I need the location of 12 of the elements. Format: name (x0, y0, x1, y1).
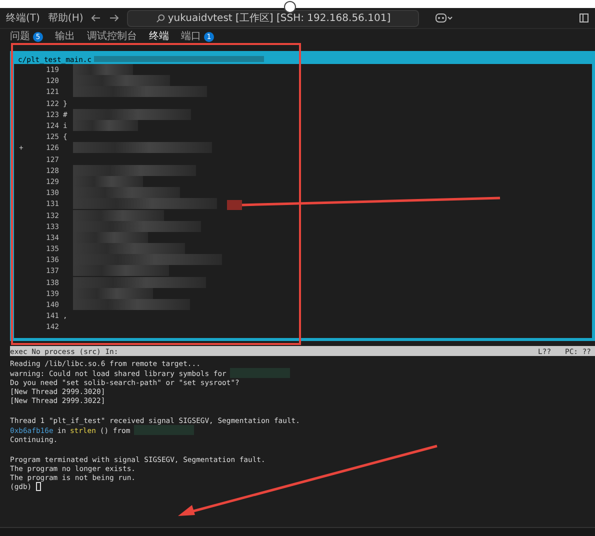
panel-tab[interactable]: 终端 (149, 30, 169, 44)
menu-item[interactable]: 终端(T) (6, 11, 40, 25)
layout-icon[interactable] (579, 13, 589, 23)
command-center[interactable]: yukuaidvtest [工作区] [SSH: 192.168.56.101] (127, 10, 420, 26)
forward-icon[interactable] (109, 13, 120, 23)
drag-handle[interactable] (284, 1, 296, 13)
search-icon (156, 14, 165, 22)
back-icon[interactable] (91, 13, 102, 23)
panel-tab[interactable]: 调试控制台 (87, 31, 137, 43)
highlight-mark (227, 200, 242, 210)
menu-item[interactable]: 帮助(H) (48, 11, 84, 25)
panel-tab[interactable]: 输出 (55, 31, 75, 43)
